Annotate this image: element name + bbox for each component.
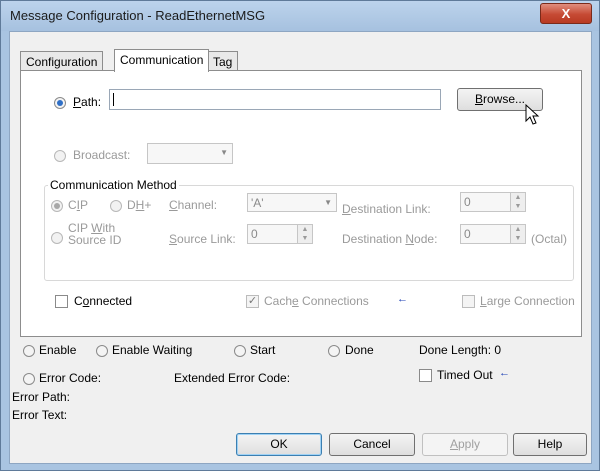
timed-out-checkbox	[419, 369, 432, 382]
dhplus-label: DH+	[127, 198, 152, 212]
error-code-indicator	[23, 373, 35, 385]
spin-up-icon: ▲	[514, 226, 522, 233]
destination-link-input[interactable]: 0 ▲ ▼	[460, 192, 526, 212]
dialog-client-area: Configuration Communication Tag Path: Br…	[9, 31, 592, 464]
done-status-label: Done	[345, 343, 374, 357]
channel-combo[interactable]: 'A' ▼	[247, 193, 337, 212]
source-link-value: 0	[251, 227, 258, 241]
left-arrow-icon: ←	[397, 293, 408, 305]
title-bar[interactable]: Message Configuration - ReadEthernetMSG …	[1, 1, 599, 31]
channel-value: 'A'	[251, 196, 264, 210]
cip-source-line2: Source ID	[68, 233, 122, 247]
destination-node-input[interactable]: 0 ▲ ▼	[460, 224, 526, 244]
tab-configuration[interactable]: Configuration	[20, 51, 104, 72]
start-status-label: Start	[250, 343, 276, 357]
error-text-label: Error Text:	[12, 408, 68, 422]
message-configuration-dialog: Message Configuration - ReadEthernetMSG …	[0, 0, 600, 471]
help-button[interactable]: Help	[513, 433, 587, 456]
destination-node-spinner[interactable]: ▲ ▼	[510, 225, 525, 243]
communication-tab-page: Path: Browse... Broadcast: ▼ Communicati…	[20, 70, 582, 337]
destination-link-value: 0	[464, 195, 471, 209]
start-status-indicator	[234, 345, 246, 357]
spin-up-icon: ▲	[514, 194, 522, 201]
ok-button[interactable]: OK	[236, 433, 322, 456]
octal-label: (Octal)	[531, 232, 567, 246]
chevron-down-icon: ▼	[220, 148, 228, 157]
connected-label: Connected	[74, 294, 133, 308]
broadcast-label: Broadcast:	[73, 148, 131, 162]
path-radio[interactable]	[54, 97, 66, 109]
cip-radio[interactable]	[51, 200, 63, 212]
connected-checkbox[interactable]	[55, 295, 68, 308]
communication-method-title: Communication Method	[48, 178, 179, 192]
source-link-input[interactable]: 0 ▲ ▼	[247, 224, 313, 244]
apply-button[interactable]: Apply	[422, 433, 508, 456]
enable-status-label: Enable	[39, 343, 77, 357]
error-path-label: Error Path:	[12, 390, 71, 404]
tab-communication[interactable]: Communication	[114, 49, 210, 72]
cache-connections-checkbox[interactable]: ✓	[246, 295, 259, 308]
destination-node-label: Destination Node:	[342, 232, 438, 246]
destination-link-label: Destination Link:	[342, 202, 431, 216]
done-length-label: Done Length: 0	[419, 343, 502, 357]
path-input[interactable]	[109, 89, 441, 110]
spin-down-icon: ▼	[301, 235, 309, 242]
spin-up-icon: ▲	[301, 226, 309, 233]
dhplus-radio[interactable]	[110, 200, 122, 212]
mouse-pointer-icon	[525, 104, 540, 125]
destination-link-spinner[interactable]: ▲ ▼	[510, 193, 525, 211]
timed-out-label: Timed Out	[437, 368, 493, 382]
destination-node-value: 0	[464, 227, 471, 241]
window-title: Message Configuration - ReadEthernetMSG	[10, 8, 266, 23]
tab-tag[interactable]: Tag	[207, 51, 239, 72]
channel-label: Channel:	[169, 198, 218, 212]
cancel-button[interactable]: Cancel	[329, 433, 415, 456]
left-arrow-icon: ←	[499, 367, 510, 379]
enable-waiting-status-indicator	[96, 345, 108, 357]
spin-down-icon: ▼	[514, 203, 522, 210]
path-label: Path:	[73, 95, 102, 109]
cip-with-source-id-label: CIP With Source ID	[68, 221, 122, 247]
source-link-spinner[interactable]: ▲ ▼	[297, 225, 312, 243]
chevron-down-icon: ▼	[324, 198, 332, 207]
extended-error-code-label: Extended Error Code:	[174, 371, 291, 385]
close-icon: X	[561, 6, 571, 21]
cip-with-source-id-radio[interactable]	[51, 232, 63, 244]
enable-status-indicator	[23, 345, 35, 357]
text-caret	[113, 93, 114, 107]
error-code-label: Error Code:	[39, 371, 102, 385]
cip-label: CIP	[68, 198, 89, 212]
broadcast-radio[interactable]	[54, 150, 66, 162]
large-connection-checkbox[interactable]	[462, 295, 475, 308]
cache-connections-label: Cache Connections	[264, 294, 369, 308]
large-connection-label: Large Connection	[480, 294, 575, 308]
close-button[interactable]: X	[540, 3, 592, 24]
enable-waiting-status-label: Enable Waiting	[112, 343, 193, 357]
broadcast-combo[interactable]: ▼	[147, 143, 233, 164]
spin-down-icon: ▼	[514, 235, 522, 242]
source-link-label: Source Link:	[169, 232, 236, 246]
done-status-indicator	[328, 345, 340, 357]
